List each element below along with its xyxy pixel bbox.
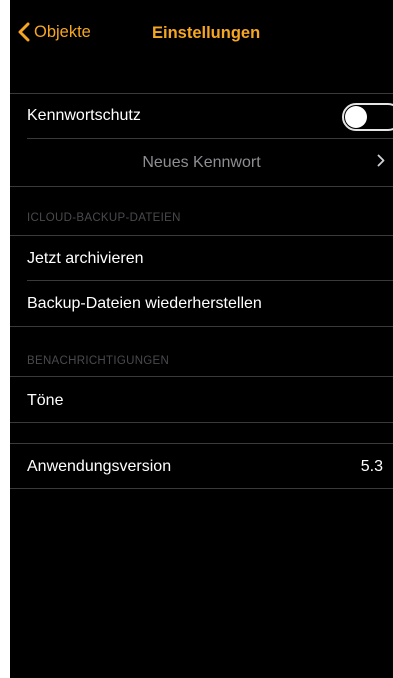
divider <box>10 488 393 489</box>
sounds-row[interactable]: Töne <box>10 378 393 423</box>
divider <box>27 138 393 139</box>
section-header-notifications: BENACHRICHTIGUNGEN <box>27 355 170 367</box>
app-version-value: 5.3 <box>360 457 383 475</box>
restore-backup-row[interactable]: Backup-Dateien wiederherstellen <box>10 281 393 326</box>
app-version-row: Anwendungsversion 5.3 <box>10 444 393 489</box>
restore-backup-label: Backup-Dateien wiederherstellen <box>27 294 262 312</box>
divider <box>10 326 393 327</box>
divider <box>10 422 393 423</box>
toggle-knob <box>345 106 367 128</box>
divider <box>10 376 393 377</box>
password-protection-toggle[interactable] <box>342 103 393 131</box>
archive-now-label: Jetzt archivieren <box>27 249 144 267</box>
archive-now-row[interactable]: Jetzt archivieren <box>10 236 393 281</box>
app-version-label: Anwendungsversion <box>27 457 172 475</box>
sounds-label: Töne <box>27 391 64 409</box>
new-password-label: Neues Kennwort <box>142 153 261 171</box>
password-protection-label: Kennwortschutz <box>27 106 141 124</box>
chevron-left-icon <box>18 22 30 42</box>
back-button-label: Objekte <box>34 22 91 41</box>
chevron-right-icon <box>377 154 385 172</box>
password-protection-row: Kennwortschutz <box>10 93 393 138</box>
page-title: Einstellungen <box>152 24 261 42</box>
section-header-icloud-backup: ICLOUD-BACKUP-DATEIEN <box>27 212 181 224</box>
divider <box>10 186 393 187</box>
navigation-bar: Objekte Einstellungen <box>10 8 393 58</box>
back-button[interactable]: Objekte <box>18 22 91 42</box>
new-password-row[interactable]: Neues Kennwort <box>10 140 393 185</box>
settings-screen: Objekte Einstellungen Kennwortschutz Neu… <box>10 0 393 678</box>
